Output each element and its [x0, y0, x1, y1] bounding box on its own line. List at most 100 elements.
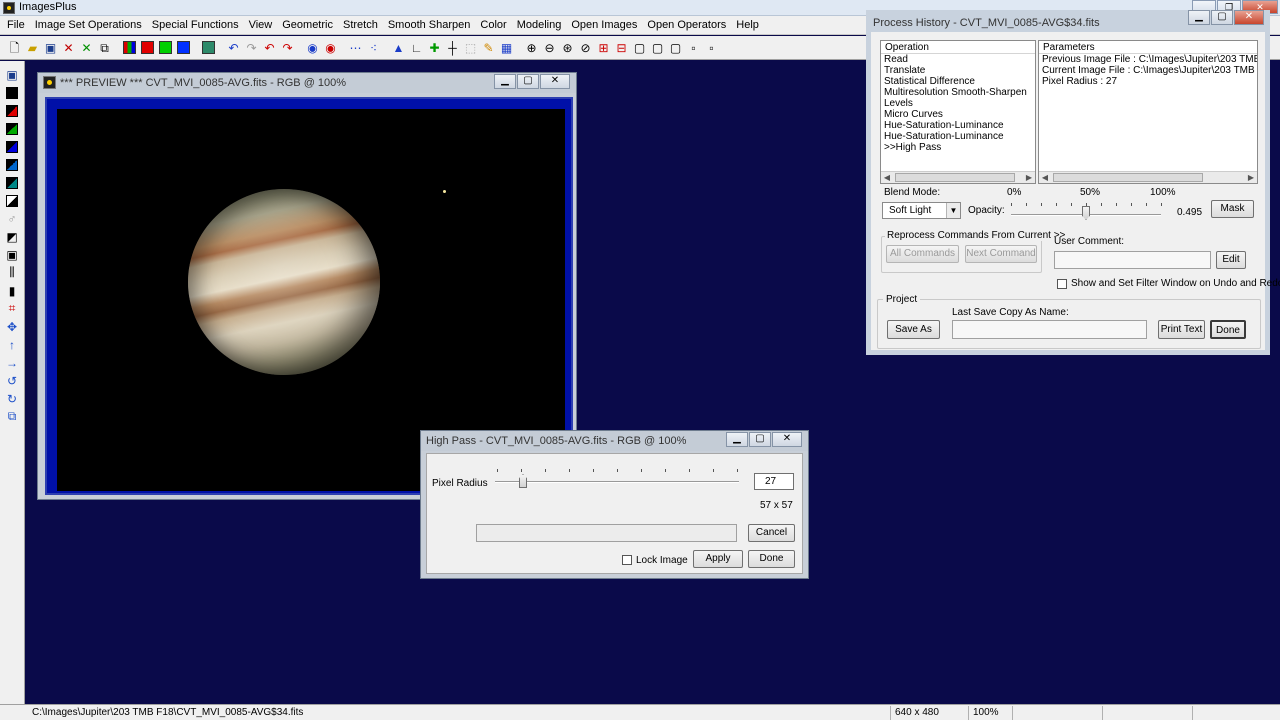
red-channel-icon[interactable] [139, 39, 156, 56]
list-item[interactable]: Previous Image File : C:\Images\Jupiter\… [1039, 54, 1257, 65]
user-comment-field[interactable] [1054, 251, 1211, 269]
crosshair-icon[interactable]: ┼ [444, 39, 461, 56]
scroll-thumb[interactable] [895, 173, 1015, 182]
window-icon-2[interactable]: ▢ [649, 39, 666, 56]
zoom-fit-icon[interactable]: ⊛ [559, 39, 576, 56]
scroll-thumb[interactable] [1053, 173, 1203, 182]
pixel-radius-slider-thumb[interactable] [519, 474, 527, 488]
minimize-icon[interactable]: ▁ [726, 432, 748, 447]
save-icon[interactable]: ▣ [4, 66, 21, 83]
process-history-titlebar[interactable]: Process History - CVT_MVI_0085-AVG$34.fi… [866, 10, 1270, 32]
print-text-button[interactable]: Print Text [1158, 320, 1205, 339]
menu-view[interactable]: View [244, 19, 278, 31]
zoom-out-icon[interactable]: ⊖ [541, 39, 558, 56]
green-channel-icon[interactable] [157, 39, 174, 56]
close-icon[interactable]: ✕ [772, 432, 802, 447]
menu-image-set-operations[interactable]: Image Set Operations [30, 19, 147, 31]
list-item[interactable]: Translate [881, 65, 1035, 76]
histogram-icon[interactable]: ▲ [390, 39, 407, 56]
points-icon[interactable]: ⁖ [365, 39, 382, 56]
redo-all-icon[interactable]: ↷ [279, 39, 296, 56]
green-black-icon[interactable] [4, 120, 21, 137]
all-commands-button[interactable]: All Commands [886, 245, 959, 263]
move-icon[interactable]: ✥ [4, 318, 21, 335]
menu-open-images[interactable]: Open Images [566, 19, 642, 31]
edit-button[interactable]: Edit [1216, 251, 1246, 269]
window-icon-5[interactable]: ▫ [703, 39, 720, 56]
done-button[interactable]: Done [748, 550, 795, 568]
parameters-list[interactable]: Parameters Previous Image File : C:\Imag… [1038, 40, 1258, 184]
teal-black-icon[interactable] [4, 174, 21, 191]
list-item[interactable]: Hue-Saturation-Luminance [881, 131, 1035, 142]
undo-all-icon[interactable]: ↶ [261, 39, 278, 56]
rgb-channels-icon[interactable] [121, 39, 138, 56]
zoom-in-icon[interactable]: ⊕ [523, 39, 540, 56]
menu-stretch[interactable]: Stretch [338, 19, 383, 31]
operation-header[interactable]: Operation [881, 41, 1035, 54]
menu-help[interactable]: Help [731, 19, 764, 31]
save-as-button[interactable]: Save As [887, 320, 940, 339]
minimize-icon[interactable]: ▁ [1188, 10, 1210, 25]
stop-record-icon[interactable]: ◉ [322, 39, 339, 56]
list-item[interactable]: Levels [881, 98, 1035, 109]
bars-icon[interactable]: ⫼ [4, 264, 21, 281]
menu-smooth-sharpen[interactable]: Smooth Sharpen [383, 19, 476, 31]
scroll-left-icon[interactable]: ◀ [1039, 172, 1051, 183]
window-icon-4[interactable]: ▫ [685, 39, 702, 56]
diagonal-icon[interactable]: ◩ [4, 228, 21, 245]
last-save-name-field[interactable] [952, 320, 1147, 339]
operation-scrollbar[interactable]: ◀ ▶ [881, 171, 1035, 183]
menu-open-operators[interactable]: Open Operators [642, 19, 731, 31]
undo-icon[interactable]: ↶ [225, 39, 242, 56]
crop-icon[interactable]: ⌗ [4, 300, 21, 317]
list-item[interactable]: Multiresolution Smooth-Sharpen [881, 87, 1035, 98]
blue-channel-icon[interactable] [175, 39, 192, 56]
close-icon[interactable]: ✕ [540, 74, 570, 89]
pixel-radius-slider-track[interactable] [495, 481, 739, 483]
maximize-icon[interactable]: ▢ [1211, 10, 1233, 25]
redo-icon[interactable]: ↷ [243, 39, 260, 56]
opacity-slider-thumb[interactable] [1082, 206, 1090, 220]
open-folder-icon[interactable]: ▰ [24, 39, 41, 56]
lock-image-checkbox[interactable] [622, 555, 632, 565]
grid-icon[interactable] [200, 39, 217, 56]
menu-color[interactable]: Color [475, 19, 511, 31]
close-icon[interactable]: ✕ [1234, 10, 1264, 25]
list-item[interactable]: Hue-Saturation-Luminance [881, 120, 1035, 131]
minimize-icon[interactable]: ▁ [494, 74, 516, 89]
dots-icon[interactable]: ⋯ [347, 39, 364, 56]
list-item[interactable]: Current Image File : C:\Images\Jupiter\2… [1039, 65, 1257, 76]
menu-file[interactable]: File [2, 19, 30, 31]
zoom-actual-icon[interactable]: ⊘ [577, 39, 594, 56]
apply-button[interactable]: Apply [693, 550, 743, 568]
subtract-red-icon[interactable]: ⊟ [613, 39, 630, 56]
record-icon[interactable]: ◉ [304, 39, 321, 56]
preview-titlebar[interactable]: *** PREVIEW *** CVT_MVI_0085-AVG.fits - … [38, 73, 576, 93]
new-file-icon[interactable]: 🗋 [6, 39, 23, 56]
axis-icon[interactable]: ∟ [408, 39, 425, 56]
list-item[interactable]: Pixel Radius : 27 [1039, 76, 1257, 87]
parameters-header[interactable]: Parameters [1039, 41, 1257, 54]
scroll-right-icon[interactable]: ▶ [1023, 172, 1035, 183]
add-red-icon[interactable]: ⊞ [595, 39, 612, 56]
gray-icon[interactable]: ♂ [4, 210, 21, 227]
list-item[interactable]: Statistical Difference [881, 76, 1035, 87]
table-icon[interactable]: ▦ [498, 39, 515, 56]
done-button[interactable]: Done [1210, 320, 1246, 339]
copy-icon[interactable]: ⧉ [96, 39, 113, 56]
selection-icon[interactable]: ⬚ [462, 39, 479, 56]
multi-color-icon[interactable] [4, 156, 21, 173]
chevron-down-icon[interactable]: ▼ [946, 203, 960, 218]
flip-icon[interactable]: ⧉ [4, 408, 21, 425]
save-icon[interactable]: ▣ [42, 39, 59, 56]
pixel-radius-input[interactable]: 27 [754, 473, 794, 490]
next-command-button[interactable]: Next Command [965, 245, 1037, 263]
crosshair-plus-icon[interactable]: ✚ [426, 39, 443, 56]
red-black-icon[interactable] [4, 102, 21, 119]
close-image-icon[interactable]: ✕ [60, 39, 77, 56]
window-icon-3[interactable]: ▢ [667, 39, 684, 56]
scroll-left-icon[interactable]: ◀ [881, 172, 893, 183]
scroll-right-icon[interactable]: ▶ [1245, 172, 1257, 183]
mask-button[interactable]: Mask [1211, 200, 1254, 218]
list-item[interactable]: >>High Pass [881, 142, 1035, 153]
